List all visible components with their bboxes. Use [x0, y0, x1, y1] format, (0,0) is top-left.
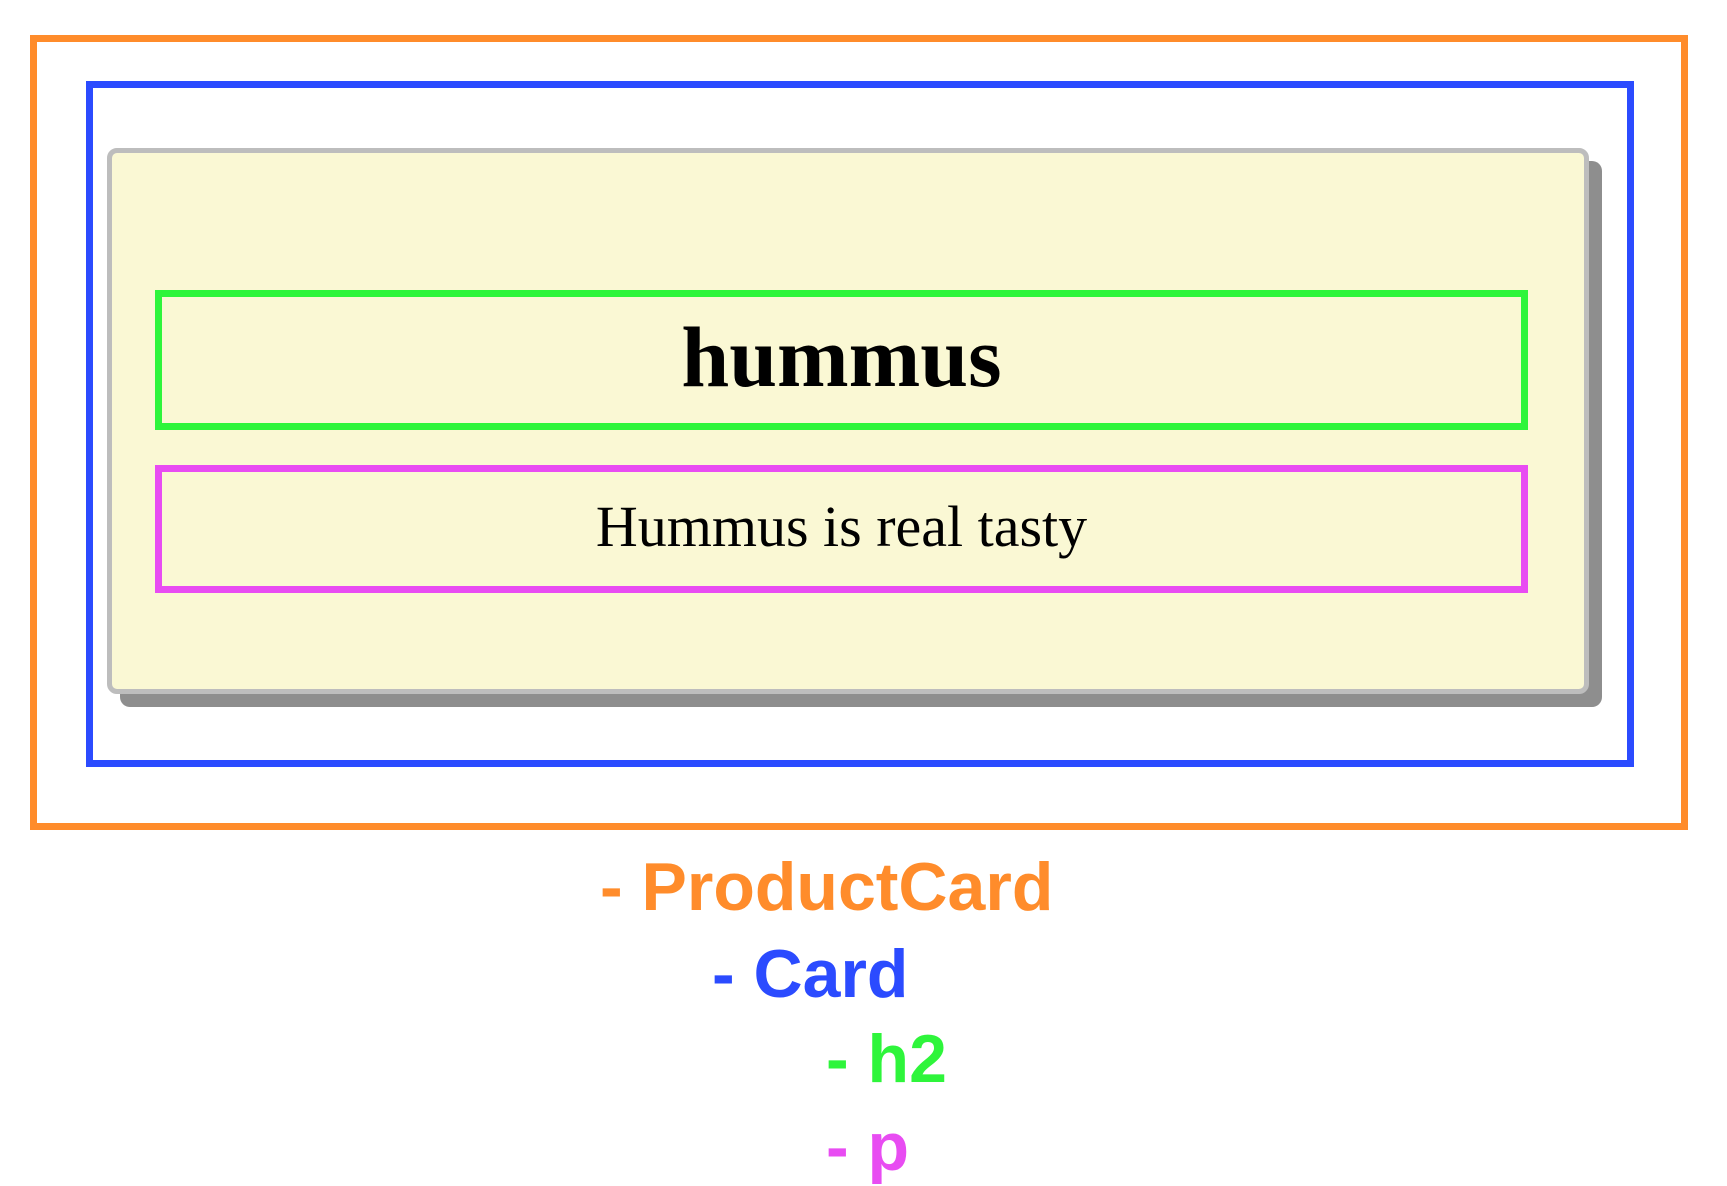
h2-outline: hummus [155, 290, 1528, 430]
legend-product-card: - ProductCard [600, 849, 1054, 925]
component-tree-diagram: hummus Hummus is real tasty - ProductCar… [0, 0, 1727, 1186]
legend-h2: - h2 [826, 1021, 947, 1097]
legend-p: - p [826, 1109, 910, 1185]
legend-card: - Card [712, 936, 909, 1012]
card-heading: hummus [681, 309, 1002, 405]
card-description: Hummus is real tasty [595, 494, 1088, 559]
p-outline: Hummus is real tasty [155, 465, 1528, 593]
